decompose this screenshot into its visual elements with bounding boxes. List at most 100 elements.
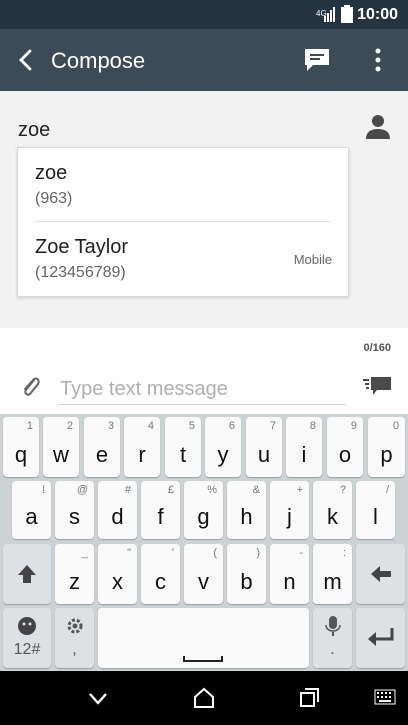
key-q[interactable]: 1q	[3, 417, 39, 477]
key-sub: -	[299, 547, 303, 559]
settings-key[interactable]: ,	[55, 608, 94, 668]
key-label: c	[155, 569, 166, 594]
key-d[interactable]: # d	[98, 481, 137, 539]
key-c[interactable]: ' c	[141, 544, 180, 604]
key-sub: 8	[309, 420, 316, 432]
key-z[interactable]: _ z	[55, 544, 94, 604]
key-sub: 7	[269, 420, 276, 432]
key-label: o	[338, 442, 352, 467]
key-sub: %	[207, 484, 217, 496]
key-g[interactable]: % g	[184, 481, 223, 539]
key-f[interactable]: £ f	[141, 481, 180, 539]
key-label: g	[197, 504, 210, 529]
emoji-icon	[17, 616, 37, 641]
key-sub: /	[385, 484, 389, 496]
key-u[interactable]: 7u	[246, 417, 282, 477]
key-label: i	[301, 442, 307, 467]
key-label: s	[69, 504, 80, 529]
shift-key[interactable]	[3, 544, 51, 604]
home-icon[interactable]	[193, 687, 215, 714]
key-t[interactable]: 5t	[165, 417, 201, 477]
key-e[interactable]: 3e	[84, 417, 120, 477]
recipient-input[interactable]: zoe	[18, 119, 50, 142]
shift-icon	[15, 562, 39, 591]
key-label: b	[240, 569, 253, 594]
key-sub: '	[171, 547, 174, 559]
key-a[interactable]: ! a	[12, 481, 51, 539]
key-v[interactable]: (v	[184, 544, 223, 604]
contact-suggestions: zoe (963) Zoe Taylor (123456789) Mobile	[17, 147, 349, 297]
key-i[interactable]: 8i	[286, 417, 322, 477]
settings-sub: ,	[72, 641, 77, 658]
navigation-bar	[0, 671, 408, 725]
space-key[interactable]	[98, 608, 309, 668]
key-sub: 3	[107, 420, 114, 432]
backspace-icon	[368, 562, 394, 591]
key-sub: )	[256, 547, 260, 559]
back-chevron-icon[interactable]	[87, 687, 109, 714]
key-sub: 2	[66, 420, 73, 432]
suggestion-item[interactable]: Zoe Taylor (123456789) Mobile	[18, 222, 348, 296]
key-b[interactable]: ) b	[227, 544, 266, 604]
key-sub: 1	[26, 420, 33, 432]
keyboard-icon[interactable]	[374, 689, 396, 710]
battery-icon	[341, 5, 353, 28]
key-sub: ?	[339, 484, 346, 496]
suggestion-type: Mobile	[293, 252, 332, 267]
status-bar: 4G 10:00	[0, 0, 408, 29]
key-k[interactable]: ? k	[313, 481, 352, 539]
enter-icon	[366, 625, 396, 656]
key-n[interactable]: -n	[270, 544, 309, 604]
paperclip-icon[interactable]	[20, 374, 42, 405]
symbols-key[interactable]: 12#	[3, 608, 51, 668]
key-label: v	[198, 569, 209, 594]
key-s[interactable]: @ s	[55, 481, 94, 539]
enter-key[interactable]	[356, 608, 405, 668]
key-l[interactable]: / l	[356, 481, 395, 539]
key-sub: 5	[188, 420, 195, 432]
key-j[interactable]: + j	[270, 481, 309, 539]
keyboard: 1q 2w 3e 4r 5t 6y 7u 8i 9o 0p ! a @ s # d £…	[0, 414, 408, 671]
backspace-key[interactable]	[356, 544, 405, 604]
key-sub: 0	[392, 420, 399, 432]
key-label: u	[257, 442, 271, 467]
suggestion-number: (123456789)	[35, 264, 126, 281]
key-r[interactable]: 4r	[124, 417, 160, 477]
person-icon[interactable]	[364, 113, 392, 146]
recents-icon[interactable]	[298, 687, 320, 714]
key-label: y	[217, 442, 229, 467]
app-bar: Compose	[0, 29, 408, 91]
key-label: w	[53, 442, 69, 467]
key-p[interactable]: 0p	[368, 417, 405, 477]
key-h[interactable]: & h	[227, 481, 266, 539]
symbols-label: 12#	[13, 641, 41, 658]
compose-area: 0/160 Type text message	[0, 328, 408, 414]
message-input[interactable]: Type text message	[60, 378, 346, 405]
suggestion-item[interactable]: zoe (963)	[18, 148, 348, 222]
key-y[interactable]: 6y	[205, 417, 241, 477]
key-label: z	[69, 569, 80, 594]
key-label: f	[157, 504, 164, 529]
key-sub: &	[252, 484, 260, 496]
key-m[interactable]: :m	[313, 544, 352, 604]
key-sub: 4	[147, 420, 154, 432]
key-x[interactable]: " x	[98, 544, 137, 604]
key-label: h	[240, 504, 253, 529]
key-sub: _	[81, 547, 88, 559]
back-arrow-icon[interactable]	[14, 48, 38, 77]
key-label: l	[373, 504, 378, 529]
key-sub: "	[127, 547, 131, 559]
gear-icon	[65, 616, 85, 641]
key-label: m	[323, 569, 342, 594]
more-vert-icon[interactable]	[370, 47, 386, 78]
send-message-icon[interactable]	[363, 375, 393, 402]
key-w[interactable]: 2w	[43, 417, 79, 477]
message-icon[interactable]	[303, 47, 331, 78]
key-sub: (	[213, 547, 217, 559]
mic-key[interactable]: .	[313, 608, 352, 668]
key-sub: #	[124, 484, 131, 496]
key-o[interactable]: 9o	[327, 417, 363, 477]
page-title: Compose	[51, 48, 146, 73]
key-label: t	[179, 442, 187, 467]
key-sub: 6	[228, 420, 235, 432]
